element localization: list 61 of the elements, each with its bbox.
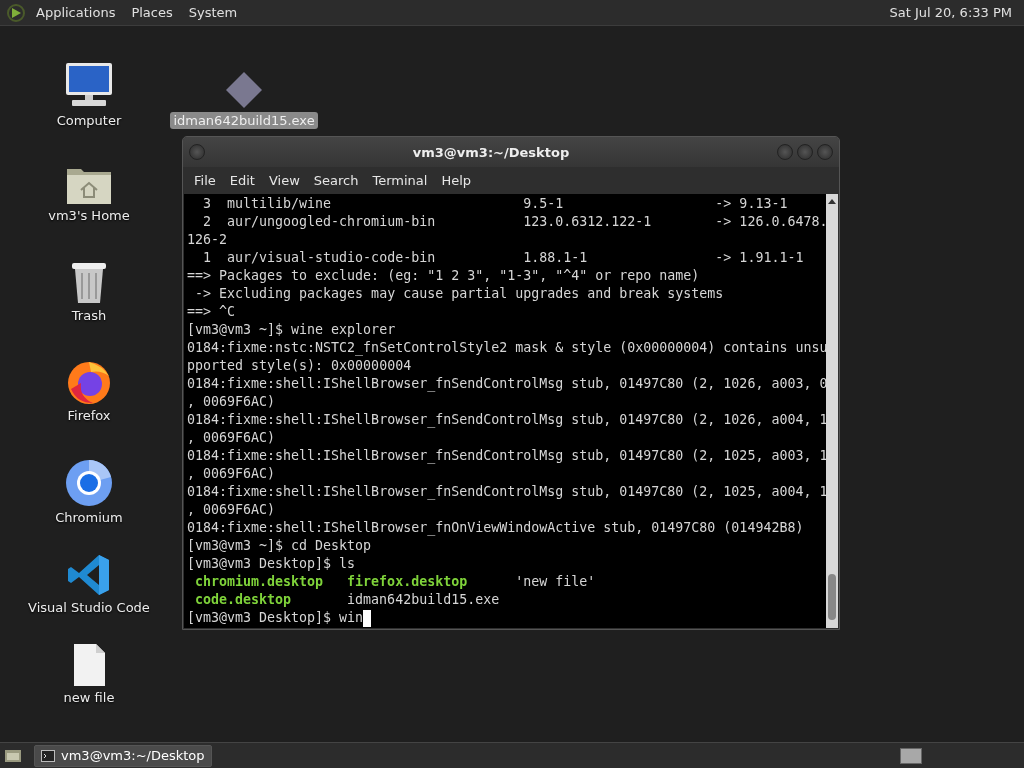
terminal-line: 1 aur/visual-studio-code-bin 1.88.1-1 -> 1.91.1-1: [202, 249, 804, 267]
terminal-line: 0184:fixme:nstc:NSTC2_fnSetControlStyle2 mask & style (0x00000004) contains unsu: [187, 339, 826, 357]
panel-menu[interactable]: Applications: [30, 3, 122, 22]
desktop-icon-label[interactable]: Trash: [68, 307, 110, 324]
scrollbar[interactable]: [826, 194, 838, 628]
terminal-line: , 0069F6AC): [187, 501, 276, 519]
terminal-line: 0184:fixme:shell:IShellBrowser_fnSendControlMsg stub, 01497C80 (2, 1025, a004, 1: [187, 483, 826, 501]
terminal-prompt: [vm3@vm3 Desktop]$ win: [187, 609, 364, 627]
minimize-button[interactable]: [777, 144, 793, 160]
window-title: vm3@vm3:~/Desktop: [411, 144, 571, 160]
terminal-line: [vm3@vm3 ~]$ cd Desktop: [187, 537, 372, 555]
terminal-line: 3 multilib/wine 9.5-1 -> 9.13-1: [202, 195, 788, 213]
terminal-line: 0184:fixme:shell:IShellBrowser_fnSendControlMsg stub, 01497C80 (2, 1025, a003, 1: [187, 447, 826, 465]
maximize-button[interactable]: [797, 144, 813, 160]
terminal-line: , 0069F6AC): [187, 429, 276, 447]
file-name: firefox.desktop: [347, 573, 468, 591]
menu-item[interactable]: File: [187, 171, 223, 190]
file-name: chromium.desktop: [195, 573, 324, 591]
menu-item[interactable]: Terminal: [365, 171, 435, 190]
terminal-line: ==> Packages to exclude: (eg: "1 2 3", "1-3", "^4" or repo name): [187, 267, 700, 285]
terminal-line: pported style(s): 0x00000004: [187, 357, 412, 375]
show-desktop-icon[interactable]: [4, 747, 22, 764]
ribbon-icon: [67, 553, 111, 597]
desktop-icon-label[interactable]: Computer: [53, 112, 125, 129]
file-name: 'new file': [515, 573, 596, 591]
terminal-line: , 0069F6AC): [187, 393, 276, 411]
window-menu-button[interactable]: [189, 144, 205, 160]
terminal-line: 2 aur/ungoogled-chromium-bin 123.0.6312.122-1 -> 126.0.6478.: [202, 213, 826, 231]
clock[interactable]: Sat Jul 20, 6:33 PM: [889, 5, 1018, 20]
file-icon: [72, 643, 106, 687]
menu-item[interactable]: Help: [434, 171, 479, 190]
menu-item[interactable]: Search: [306, 171, 366, 190]
desktop-icon-label[interactable]: Visual Studio Code: [25, 599, 153, 616]
terminal-line: [vm3@vm3 Desktop]$ ls: [187, 555, 356, 573]
circle-icon: [65, 459, 113, 507]
play-icon[interactable]: [6, 2, 26, 23]
desktop-icon-label[interactable]: Firefox: [64, 407, 114, 424]
terminal-line: ==> ^C: [187, 303, 236, 321]
file-name: code.desktop: [195, 591, 292, 609]
text-cursor: [363, 609, 372, 627]
terminal-line: , 0069F6AC): [187, 465, 276, 483]
panel-menu[interactable]: Places: [125, 3, 179, 22]
menu-item[interactable]: Edit: [222, 171, 262, 190]
menu-item[interactable]: View: [261, 171, 307, 190]
workspace-switcher[interactable]: [900, 747, 922, 764]
diamond-icon: [224, 70, 264, 110]
desktop-icon-label[interactable]: Chromium: [52, 509, 126, 526]
file-name: idman642build15.exe: [347, 591, 500, 609]
panel-menu[interactable]: System: [182, 3, 244, 22]
desktop-icon-label[interactable]: vm3's Home: [45, 207, 133, 224]
terminal-line: [vm3@vm3 ~]$ wine explorer: [187, 321, 396, 339]
desktop-icon-label[interactable]: new file: [60, 689, 118, 706]
terminal-line: -> Excluding packages may cause partial upgrades and break systems: [194, 285, 724, 303]
terminal-line: 126-2: [187, 231, 228, 249]
terminal-line: 0184:fixme:shell:IShellBrowser_fnSendControlMsg stub, 01497C80 (2, 1026, a003, 0: [187, 375, 826, 393]
taskbar-button[interactable]: vm3@vm3:~/Desktop: [34, 744, 212, 767]
flame-globe-icon: [66, 359, 112, 405]
terminal-line: 0184:fixme:shell:IShellBrowser_fnSendControlMsg stub, 01497C80 (2, 1026, a004, 1: [187, 411, 826, 429]
terminal-icon: [41, 749, 55, 762]
terminal-line: 0184:fixme:shell:IShellBrowser_fnOnViewWindowActive stub, 01497C80 (014942B8): [187, 519, 804, 537]
close-button[interactable]: [817, 144, 833, 160]
